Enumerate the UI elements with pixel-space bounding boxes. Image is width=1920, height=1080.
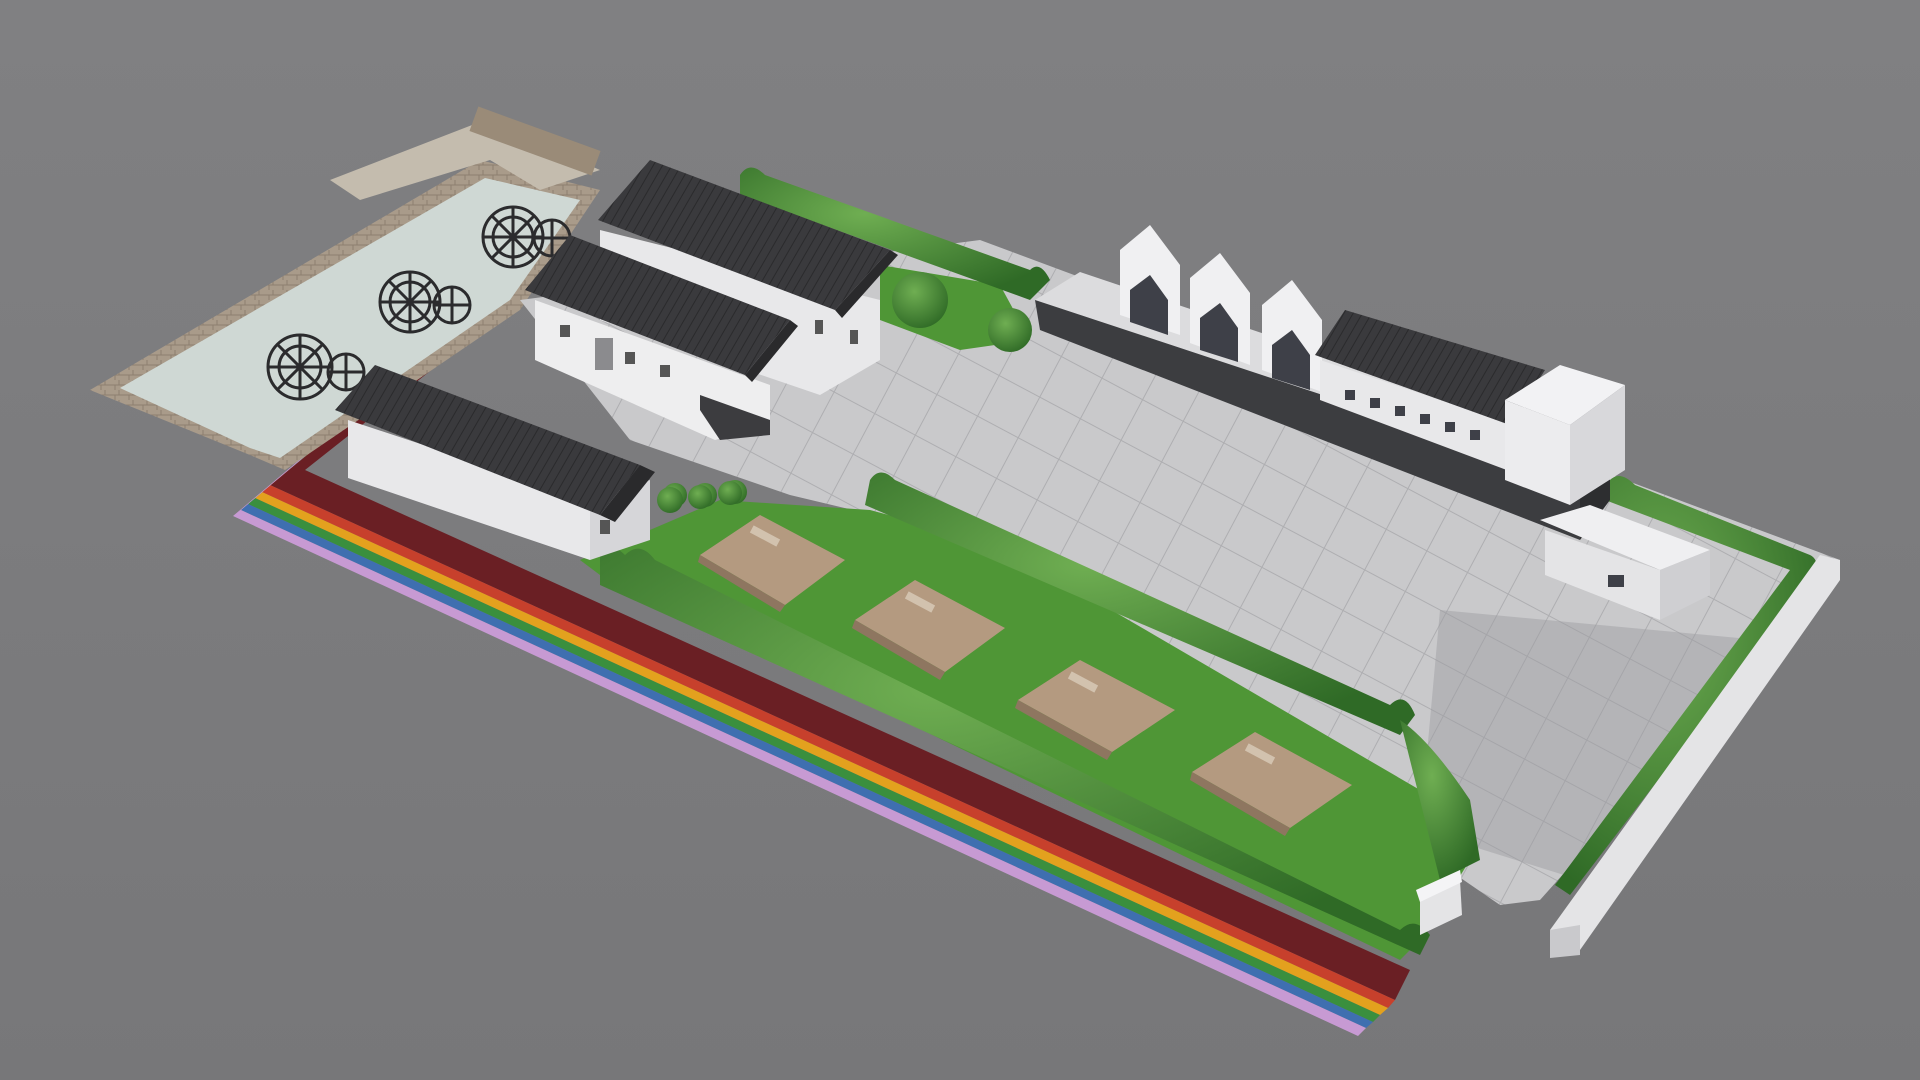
architectural-site-render: [0, 0, 1920, 1080]
water-wheel-icon: [432, 285, 472, 325]
water-wheel-icon: [378, 270, 442, 334]
water-wheel-icon: [266, 333, 334, 401]
scene-svg: [0, 0, 1920, 1080]
